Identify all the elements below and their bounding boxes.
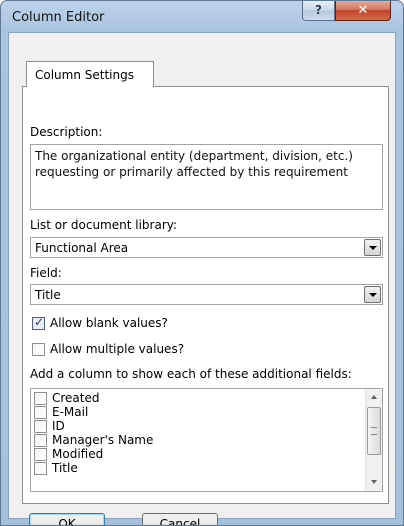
cancel-button[interactable]: Cancel: [142, 513, 218, 525]
list-item-label[interactable]: E-Mail: [52, 405, 88, 419]
list-item-checkbox[interactable]: [34, 392, 47, 405]
column-settings-panel: Description: The organizational entity (…: [22, 86, 389, 504]
field-label: Field:: [30, 266, 62, 280]
list-item-checkbox[interactable]: [34, 434, 47, 447]
list-item-label[interactable]: Manager's Name: [52, 433, 153, 447]
list-item-label[interactable]: ID: [52, 419, 65, 433]
list-item-checkbox[interactable]: [34, 406, 47, 419]
list-item-label[interactable]: Modified: [52, 447, 103, 461]
scroll-up-icon[interactable]: [366, 389, 382, 406]
allow-blank-label[interactable]: Allow blank values?: [50, 316, 168, 330]
title-bar[interactable]: Column Editor ? ✕: [1, 1, 403, 33]
list-item-label[interactable]: Title: [52, 461, 78, 475]
scroll-thumb[interactable]: [367, 407, 381, 455]
additional-fields-list[interactable]: Created E-Mail ID Manager's Name Modifie…: [30, 388, 383, 492]
list-item-label[interactable]: Created: [52, 391, 100, 405]
column-editor-window: Column Editor ? ✕ Column Settings Descri…: [0, 0, 404, 526]
field-dropdown[interactable]: Title: [30, 284, 383, 305]
close-icon: ✕: [357, 3, 369, 18]
window-title: Column Editor: [12, 10, 105, 25]
list-item-checkbox[interactable]: [34, 462, 47, 475]
chevron-down-icon[interactable]: [364, 239, 381, 256]
dialog-body: Column Settings Description: The organiz…: [8, 32, 396, 525]
allow-blank-checkbox[interactable]: [32, 315, 45, 330]
allow-multiple-checkbox[interactable]: [32, 343, 45, 356]
help-icon: ?: [315, 3, 322, 17]
tab-column-settings[interactable]: Column Settings: [26, 61, 154, 87]
list-scrollbar[interactable]: [365, 389, 382, 491]
ok-button[interactable]: OK: [29, 513, 105, 525]
scroll-down-icon[interactable]: [366, 474, 382, 491]
field-value: Title: [35, 288, 61, 302]
list-item-checkbox[interactable]: [34, 448, 47, 461]
description-field[interactable]: The organizational entity (department, d…: [30, 144, 383, 210]
description-label: Description:: [30, 125, 103, 139]
help-button[interactable]: ?: [302, 1, 335, 21]
allow-multiple-label[interactable]: Allow multiple values?: [50, 342, 184, 356]
chevron-down-icon[interactable]: [364, 286, 381, 303]
list-item-checkbox[interactable]: [34, 420, 47, 433]
list-library-dropdown[interactable]: Functional Area: [30, 237, 383, 258]
close-button[interactable]: ✕: [335, 1, 391, 21]
list-library-label: List or document library:: [30, 218, 178, 232]
list-library-value: Functional Area: [35, 241, 129, 255]
additional-fields-label: Add a column to show each of these addit…: [30, 367, 352, 381]
